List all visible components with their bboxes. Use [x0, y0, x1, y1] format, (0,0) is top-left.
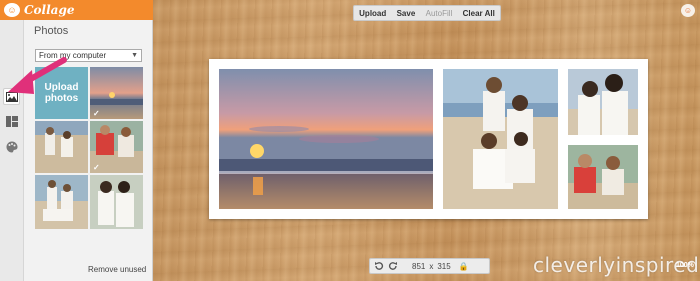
zoom-level: 100%	[676, 262, 694, 269]
photo-thumbnail[interactable]	[90, 175, 143, 229]
app-bar: ☺ Collage	[0, 0, 153, 20]
collage-photo-dad-son[interactable]	[568, 145, 638, 209]
couple-thumbnail-image	[35, 121, 88, 173]
canvas-height-value[interactable]: 315	[437, 262, 450, 271]
app-logo-icon: ☺	[4, 3, 20, 17]
upload-button[interactable]: Upload	[359, 9, 386, 18]
redo-icon[interactable]	[388, 261, 398, 271]
pointer-arrow-annotation	[8, 57, 67, 94]
family-photo-image	[443, 69, 558, 209]
top-toolbar: Upload Save AutoFill Clear All	[353, 5, 501, 21]
photo-thumbnail[interactable]: ✓	[90, 67, 143, 119]
palette-icon	[6, 141, 17, 152]
app-title: Collage	[24, 3, 75, 17]
photo-thumbnail[interactable]: ✓	[90, 121, 143, 173]
dad-son-photo-image	[568, 145, 638, 209]
panel-title: Photos	[34, 25, 69, 37]
sidebar: ☺ Collage Photos From my computer ▼ Uplo…	[0, 0, 153, 281]
undo-icon[interactable]	[374, 261, 384, 271]
collage-photo-family[interactable]	[443, 69, 558, 209]
collage-canvas[interactable]	[209, 59, 648, 219]
autofill-button[interactable]: AutoFill	[426, 9, 453, 18]
used-check-icon: ✓	[93, 163, 100, 172]
watermark-text: cleverlyinspired	[533, 253, 700, 277]
backgrounds-tool-button[interactable]	[3, 138, 20, 155]
collage-photo-sisters[interactable]	[568, 69, 638, 135]
family-thumbnail-image	[35, 175, 88, 229]
sisters-thumbnail-image	[90, 175, 143, 229]
sunset-photo-image	[219, 69, 433, 209]
help-icon[interactable]: ☺	[681, 4, 695, 17]
dimension-separator: x	[429, 261, 434, 271]
lock-icon[interactable]: 🔒	[459, 262, 469, 271]
photo-thumbnail[interactable]	[35, 175, 88, 229]
photo-thumbnail[interactable]	[35, 121, 88, 173]
remove-unused-link[interactable]: Remove unused	[88, 265, 146, 274]
collage-photo-sunset[interactable]	[219, 69, 433, 209]
chevron-down-icon: ▼	[131, 52, 138, 59]
layout-icon	[5, 116, 18, 127]
layouts-tool-button[interactable]	[3, 113, 20, 130]
used-check-icon: ✓	[93, 109, 100, 118]
sisters-photo-image	[568, 69, 638, 135]
canvas-width-value[interactable]: 851	[412, 262, 425, 271]
canvas-size-bar: 851 x 315 🔒	[369, 258, 490, 274]
save-button[interactable]: Save	[397, 9, 416, 18]
clear-all-button[interactable]: Clear All	[463, 9, 495, 18]
